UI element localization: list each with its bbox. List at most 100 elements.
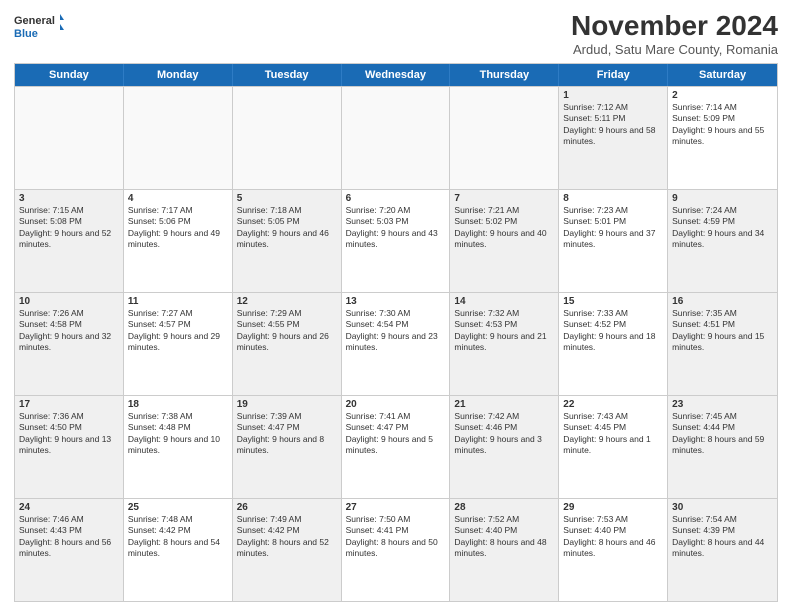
cell-info: Sunrise: 7:35 AM Sunset: 4:51 PM Dayligh…: [672, 308, 773, 354]
header-day: Saturday: [668, 64, 777, 86]
header-day: Thursday: [450, 64, 559, 86]
month-title: November 2024: [571, 10, 778, 42]
cell-info: Sunrise: 7:43 AM Sunset: 4:45 PM Dayligh…: [563, 411, 663, 457]
calendar-cell: 19Sunrise: 7:39 AM Sunset: 4:47 PM Dayli…: [233, 396, 342, 498]
calendar-cell: 26Sunrise: 7:49 AM Sunset: 4:42 PM Dayli…: [233, 499, 342, 601]
calendar-cell: 8Sunrise: 7:23 AM Sunset: 5:01 PM Daylig…: [559, 190, 668, 292]
header-day: Friday: [559, 64, 668, 86]
calendar-cell: [233, 87, 342, 189]
calendar-cell: 18Sunrise: 7:38 AM Sunset: 4:48 PM Dayli…: [124, 396, 233, 498]
cell-info: Sunrise: 7:32 AM Sunset: 4:53 PM Dayligh…: [454, 308, 554, 354]
day-number: 22: [563, 399, 663, 410]
day-number: 9: [672, 193, 773, 204]
calendar-cell: 2Sunrise: 7:14 AM Sunset: 5:09 PM Daylig…: [668, 87, 777, 189]
cell-info: Sunrise: 7:20 AM Sunset: 5:03 PM Dayligh…: [346, 205, 446, 251]
cell-info: Sunrise: 7:14 AM Sunset: 5:09 PM Dayligh…: [672, 102, 773, 148]
calendar-cell: 7Sunrise: 7:21 AM Sunset: 5:02 PM Daylig…: [450, 190, 559, 292]
calendar-cell: 30Sunrise: 7:54 AM Sunset: 4:39 PM Dayli…: [668, 499, 777, 601]
day-number: 18: [128, 399, 228, 410]
calendar-row: 17Sunrise: 7:36 AM Sunset: 4:50 PM Dayli…: [15, 395, 777, 498]
calendar-cell: 23Sunrise: 7:45 AM Sunset: 4:44 PM Dayli…: [668, 396, 777, 498]
calendar-cell: 22Sunrise: 7:43 AM Sunset: 4:45 PM Dayli…: [559, 396, 668, 498]
day-number: 11: [128, 296, 228, 307]
day-number: 24: [19, 502, 119, 513]
calendar-cell: 20Sunrise: 7:41 AM Sunset: 4:47 PM Dayli…: [342, 396, 451, 498]
day-number: 5: [237, 193, 337, 204]
calendar-cell: 9Sunrise: 7:24 AM Sunset: 4:59 PM Daylig…: [668, 190, 777, 292]
calendar-cell: 1Sunrise: 7:12 AM Sunset: 5:11 PM Daylig…: [559, 87, 668, 189]
day-number: 2: [672, 90, 773, 101]
cell-info: Sunrise: 7:23 AM Sunset: 5:01 PM Dayligh…: [563, 205, 663, 251]
cell-info: Sunrise: 7:42 AM Sunset: 4:46 PM Dayligh…: [454, 411, 554, 457]
day-number: 29: [563, 502, 663, 513]
day-number: 27: [346, 502, 446, 513]
cell-info: Sunrise: 7:33 AM Sunset: 4:52 PM Dayligh…: [563, 308, 663, 354]
calendar-cell: 11Sunrise: 7:27 AM Sunset: 4:57 PM Dayli…: [124, 293, 233, 395]
day-number: 20: [346, 399, 446, 410]
header-day: Sunday: [15, 64, 124, 86]
header-day: Monday: [124, 64, 233, 86]
day-number: 4: [128, 193, 228, 204]
cell-info: Sunrise: 7:26 AM Sunset: 4:58 PM Dayligh…: [19, 308, 119, 354]
day-number: 10: [19, 296, 119, 307]
calendar-cell: 4Sunrise: 7:17 AM Sunset: 5:06 PM Daylig…: [124, 190, 233, 292]
calendar-cell: 27Sunrise: 7:50 AM Sunset: 4:41 PM Dayli…: [342, 499, 451, 601]
cell-info: Sunrise: 7:39 AM Sunset: 4:47 PM Dayligh…: [237, 411, 337, 457]
header-day: Tuesday: [233, 64, 342, 86]
day-number: 21: [454, 399, 554, 410]
cell-info: Sunrise: 7:29 AM Sunset: 4:55 PM Dayligh…: [237, 308, 337, 354]
cell-info: Sunrise: 7:54 AM Sunset: 4:39 PM Dayligh…: [672, 514, 773, 560]
day-number: 6: [346, 193, 446, 204]
day-number: 26: [237, 502, 337, 513]
day-number: 14: [454, 296, 554, 307]
day-number: 25: [128, 502, 228, 513]
calendar-body: 1Sunrise: 7:12 AM Sunset: 5:11 PM Daylig…: [15, 86, 777, 601]
calendar-cell: 12Sunrise: 7:29 AM Sunset: 4:55 PM Dayli…: [233, 293, 342, 395]
header: General Blue November 2024 Ardud, Satu M…: [14, 10, 778, 57]
cell-info: Sunrise: 7:17 AM Sunset: 5:06 PM Dayligh…: [128, 205, 228, 251]
calendar-cell: 16Sunrise: 7:35 AM Sunset: 4:51 PM Dayli…: [668, 293, 777, 395]
cell-info: Sunrise: 7:41 AM Sunset: 4:47 PM Dayligh…: [346, 411, 446, 457]
calendar-cell: [342, 87, 451, 189]
cell-info: Sunrise: 7:21 AM Sunset: 5:02 PM Dayligh…: [454, 205, 554, 251]
calendar-cell: 29Sunrise: 7:53 AM Sunset: 4:40 PM Dayli…: [559, 499, 668, 601]
svg-text:General: General: [14, 15, 55, 27]
day-number: 28: [454, 502, 554, 513]
day-number: 16: [672, 296, 773, 307]
calendar-header: SundayMondayTuesdayWednesdayThursdayFrid…: [15, 64, 777, 86]
day-number: 1: [563, 90, 663, 101]
calendar-cell: [124, 87, 233, 189]
day-number: 13: [346, 296, 446, 307]
calendar-cell: 6Sunrise: 7:20 AM Sunset: 5:03 PM Daylig…: [342, 190, 451, 292]
calendar-row: 10Sunrise: 7:26 AM Sunset: 4:58 PM Dayli…: [15, 292, 777, 395]
cell-info: Sunrise: 7:27 AM Sunset: 4:57 PM Dayligh…: [128, 308, 228, 354]
calendar-row: 3Sunrise: 7:15 AM Sunset: 5:08 PM Daylig…: [15, 189, 777, 292]
calendar-row: 24Sunrise: 7:46 AM Sunset: 4:43 PM Dayli…: [15, 498, 777, 601]
cell-info: Sunrise: 7:15 AM Sunset: 5:08 PM Dayligh…: [19, 205, 119, 251]
calendar-cell: 14Sunrise: 7:32 AM Sunset: 4:53 PM Dayli…: [450, 293, 559, 395]
cell-info: Sunrise: 7:50 AM Sunset: 4:41 PM Dayligh…: [346, 514, 446, 560]
cell-info: Sunrise: 7:38 AM Sunset: 4:48 PM Dayligh…: [128, 411, 228, 457]
logo: General Blue: [14, 10, 64, 46]
cell-info: Sunrise: 7:18 AM Sunset: 5:05 PM Dayligh…: [237, 205, 337, 251]
calendar-row: 1Sunrise: 7:12 AM Sunset: 5:11 PM Daylig…: [15, 86, 777, 189]
logo-svg: General Blue: [14, 10, 64, 46]
day-number: 15: [563, 296, 663, 307]
header-day: Wednesday: [342, 64, 451, 86]
cell-info: Sunrise: 7:49 AM Sunset: 4:42 PM Dayligh…: [237, 514, 337, 560]
calendar-cell: 13Sunrise: 7:30 AM Sunset: 4:54 PM Dayli…: [342, 293, 451, 395]
cell-info: Sunrise: 7:45 AM Sunset: 4:44 PM Dayligh…: [672, 411, 773, 457]
cell-info: Sunrise: 7:24 AM Sunset: 4:59 PM Dayligh…: [672, 205, 773, 251]
calendar-cell: 21Sunrise: 7:42 AM Sunset: 4:46 PM Dayli…: [450, 396, 559, 498]
day-number: 19: [237, 399, 337, 410]
day-number: 30: [672, 502, 773, 513]
cell-info: Sunrise: 7:36 AM Sunset: 4:50 PM Dayligh…: [19, 411, 119, 457]
day-number: 3: [19, 193, 119, 204]
calendar-cell: [450, 87, 559, 189]
svg-text:Blue: Blue: [14, 28, 38, 40]
subtitle: Ardud, Satu Mare County, Romania: [571, 42, 778, 57]
day-number: 7: [454, 193, 554, 204]
day-number: 23: [672, 399, 773, 410]
cell-info: Sunrise: 7:30 AM Sunset: 4:54 PM Dayligh…: [346, 308, 446, 354]
cell-info: Sunrise: 7:53 AM Sunset: 4:40 PM Dayligh…: [563, 514, 663, 560]
